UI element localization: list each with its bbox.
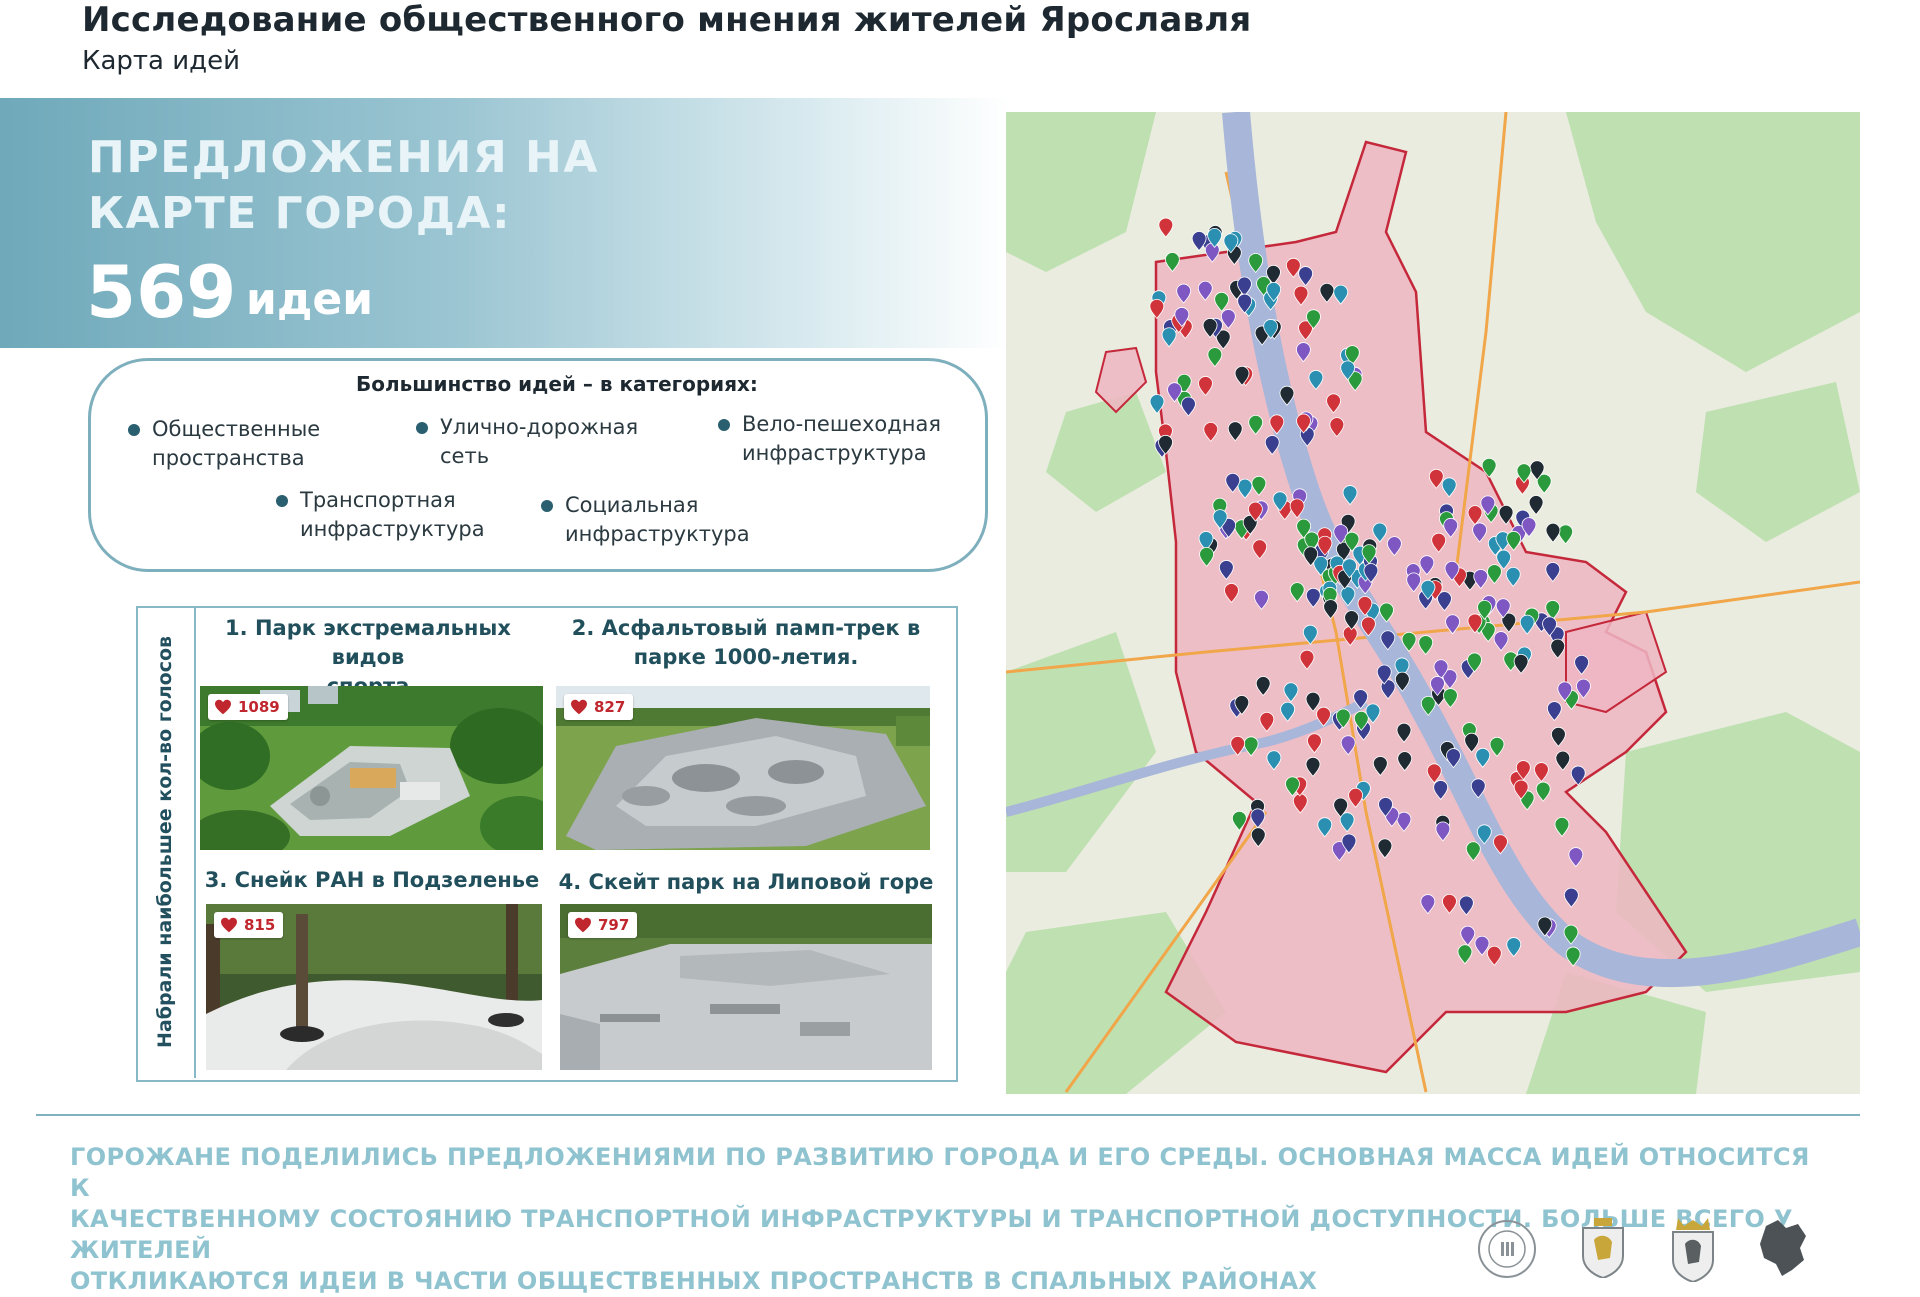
photo-skate-park: 797	[560, 904, 932, 1070]
category-item-road-network: Улично-дорожная сеть	[416, 413, 638, 471]
page-title: Исследование общественного мнения жителе…	[82, 0, 1252, 40]
photo-snake-run: 815	[206, 904, 542, 1070]
category-item-transport: Транспортная инфраструктура	[276, 486, 485, 544]
ideas-map[interactable]	[1006, 112, 1860, 1094]
likes-badge: 815	[214, 912, 284, 938]
hero-heading-line1: ПРЕДЛОЖЕНИЯ НА	[88, 132, 599, 183]
institute-seal-icon	[1478, 1220, 1536, 1278]
ideas-count: 569	[86, 250, 237, 334]
likes-badge: 797	[568, 912, 638, 938]
top-votes-side-label: Набрали наибольшее кол-во голосов	[154, 635, 176, 1049]
category-item-social: Социальная инфраструктура	[541, 491, 750, 549]
bullet-icon	[276, 495, 288, 507]
coat-of-arms-bear-icon	[1582, 1218, 1624, 1278]
likes-count: 815	[244, 916, 276, 934]
photo-pump-track: 827	[556, 686, 930, 850]
likes-count: 1089	[238, 698, 280, 716]
categories-title: Большинство идей – в категориях:	[356, 372, 758, 396]
footer-divider	[36, 1114, 1860, 1116]
hero-heading-line2: КАРТЕ ГОРОДА:	[88, 188, 512, 239]
card-title-4: 4. Скейт парк на Липовой горе	[558, 870, 934, 894]
page-subtitle: Карта идей	[82, 46, 241, 76]
card-title-2: 2. Асфальтовый памп-трек в парке 1000-ле…	[571, 616, 921, 669]
heart-icon	[215, 699, 231, 715]
likes-count: 797	[598, 916, 630, 934]
region-map-icon	[1760, 1220, 1806, 1276]
bullet-icon	[541, 500, 553, 512]
likes-count: 827	[594, 698, 626, 716]
bullet-icon	[128, 424, 140, 436]
category-item-public-spaces: Общественные пространства	[128, 415, 320, 473]
heart-icon	[571, 699, 587, 715]
footer-summary: ГОРОЖАНЕ ПОДЕЛИЛИСЬ ПРЕДЛОЖЕНИЯМИ ПО РАЗ…	[70, 1143, 1810, 1295]
city-crown-arms-icon	[1672, 1218, 1714, 1282]
bullet-icon	[416, 422, 428, 434]
ideas-count-label: идеи	[246, 274, 374, 325]
heart-icon	[221, 917, 237, 933]
category-item-bike-pedestrian: Вело-пешеходная инфраструктура	[718, 410, 941, 468]
ideas-map-canvas	[1006, 112, 1860, 1094]
photo-extreme-sports-park: 1089	[200, 686, 543, 850]
likes-badge: 827	[564, 694, 634, 720]
heart-icon	[575, 917, 591, 933]
card-title-3: 3. Снейк РАН в Подзеленье	[204, 868, 540, 892]
bullet-icon	[718, 419, 730, 431]
likes-badge: 1089	[208, 694, 288, 720]
